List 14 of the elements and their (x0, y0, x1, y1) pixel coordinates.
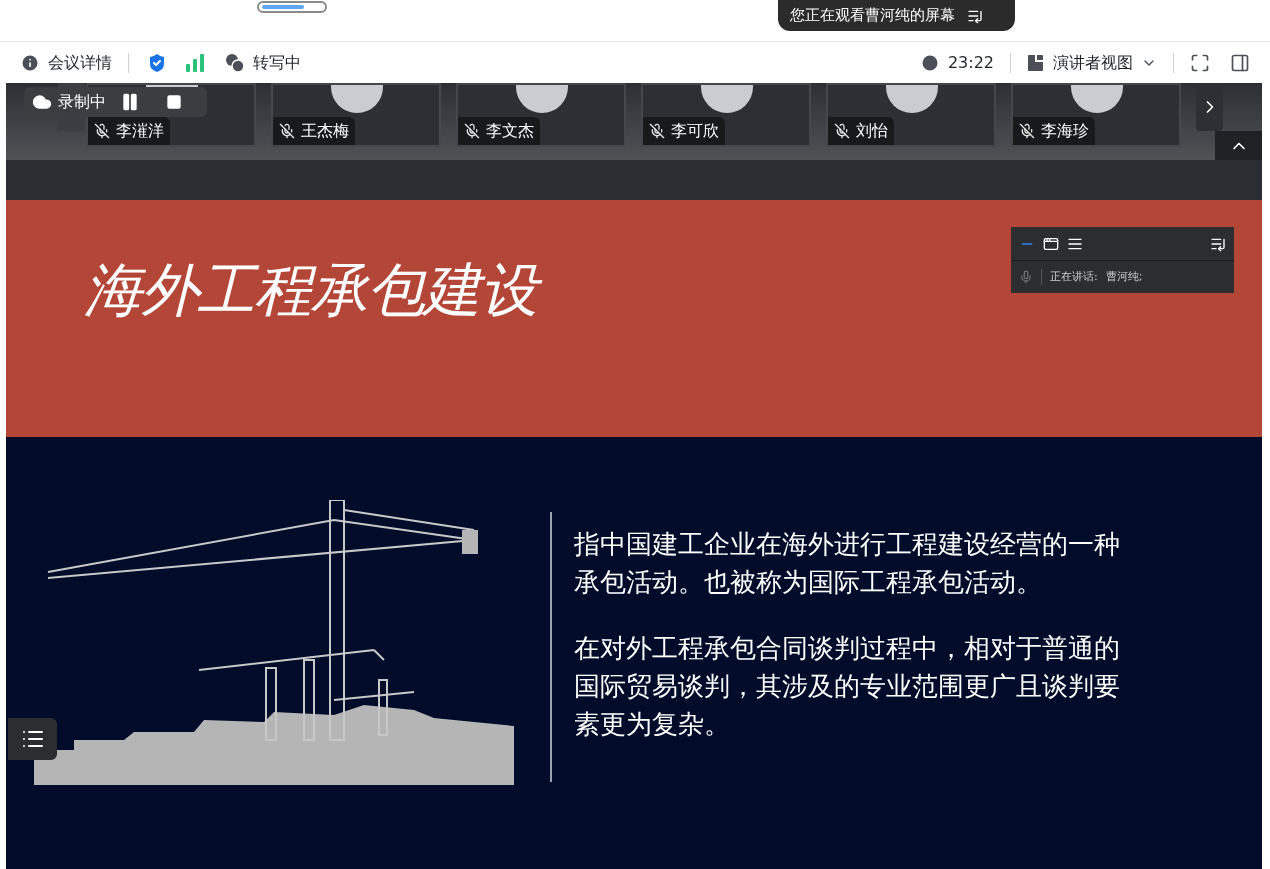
speaker-name: 曹河纯; (1105, 268, 1143, 285)
slide-paragraph: 在对外工程承包合同谈判过程中，相对于普通的国际贸易谈判，其涉及的专业范围更广且谈判要素更为复杂。 (574, 632, 1121, 741)
meeting-time: 23:22 (947, 51, 994, 74)
banner-text: 您正在观看曹河纯的屏幕 (790, 5, 955, 27)
participant-name: 李海珍 (1041, 120, 1089, 142)
participant-name: 李文杰 (486, 120, 534, 142)
recording-status: 录制中 (58, 91, 106, 113)
participant-name: 李可欣 (671, 120, 719, 142)
participant-name: 李漼洋 (116, 120, 164, 142)
slide-title: 海外工程承包建设 (76, 250, 553, 330)
participant-name: 刘怡 (856, 120, 888, 142)
participant-name: 王杰梅 (301, 120, 349, 142)
slide-paragraph: 指中国建工企业在海外进行工程建设经营的一种承包活动。也被称为国际工程承包活动。 (574, 528, 1121, 599)
speaking-label: 正在讲话: (1050, 268, 1098, 285)
